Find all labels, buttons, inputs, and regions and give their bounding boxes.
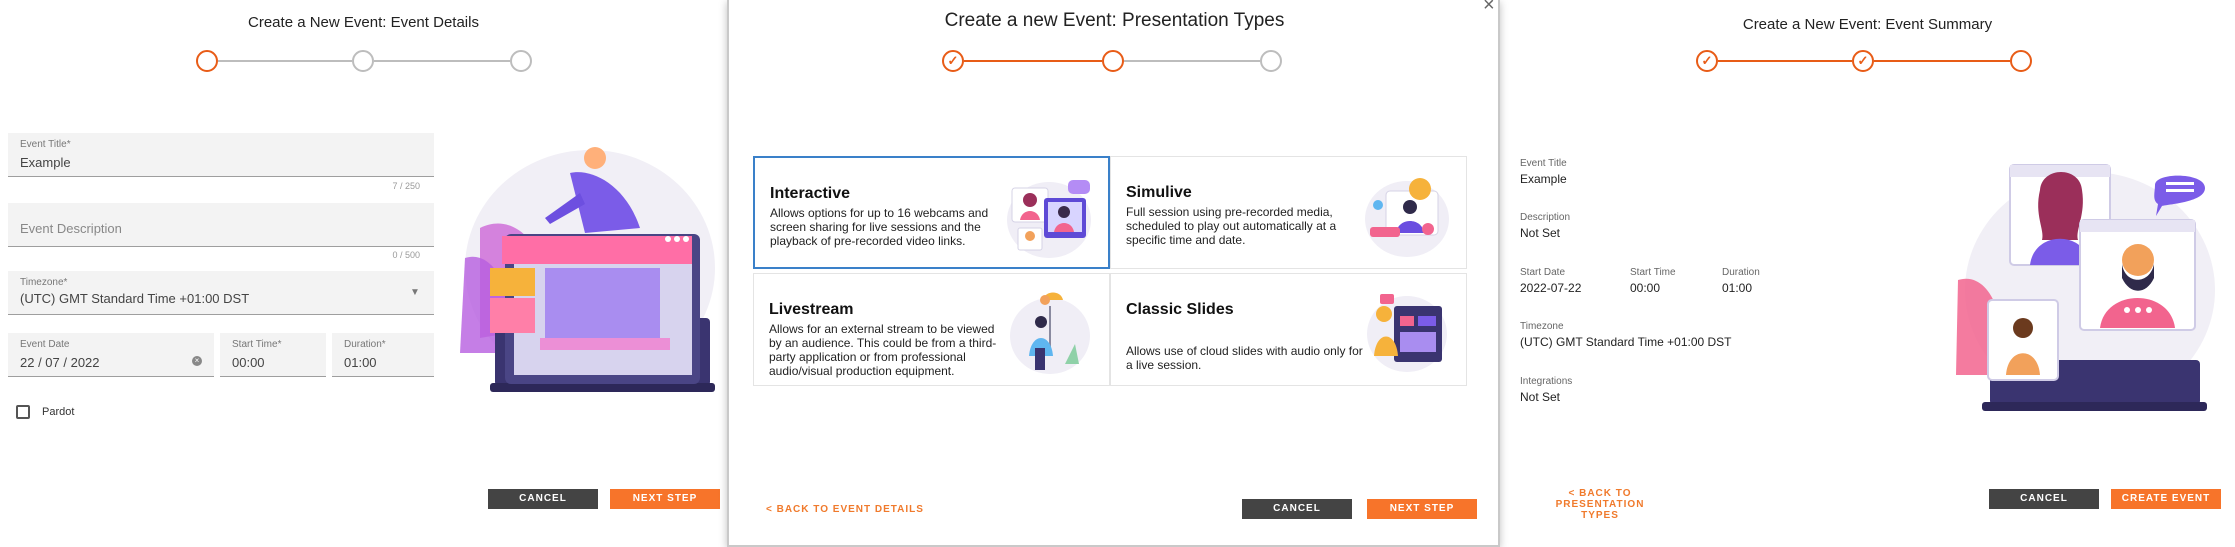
step-connector	[964, 60, 1102, 62]
card-description: Allows use of cloud slides with audio on…	[1126, 344, 1363, 372]
summary-timezone-label: Timezone	[1520, 321, 1564, 332]
clear-date-icon[interactable]: ×	[192, 356, 202, 366]
summary-start-date-label: Start Date	[1520, 267, 1566, 278]
card-title: Interactive	[770, 185, 851, 202]
card-title: Classic Slides	[1126, 301, 1234, 318]
back-to-presentation-types-link[interactable]: < BACK TO PRESENTATION TYPES	[1530, 488, 1670, 521]
summary-integrations-label: Integrations	[1520, 376, 1573, 387]
start-time-field[interactable]: Start Time* 00:00	[220, 333, 326, 377]
cancel-button[interactable]: CANCEL	[488, 489, 598, 509]
presenter-icon	[1010, 292, 1090, 374]
step-1-check-icon: ✓	[1696, 50, 1718, 72]
cancel-button[interactable]: CANCEL	[1989, 489, 2099, 509]
step-1-indicator	[196, 50, 218, 72]
next-step-button[interactable]: NEXT STEP	[610, 489, 720, 509]
event-details-panel: Create a New Event: Event Details Event …	[0, 0, 727, 547]
event-description-field[interactable]: Event Description	[8, 203, 434, 247]
event-title-field[interactable]: Event Title* Example	[8, 133, 434, 177]
wizard-screenshots: Create a New Event: Event Details Event …	[0, 0, 2235, 547]
presentation-types-panel: Create a new Event: Presentation Types ✓…	[727, 0, 1500, 547]
page-title: Create a New Event: Event Summary	[1742, 16, 1993, 33]
next-step-button[interactable]: NEXT STEP	[1367, 499, 1477, 519]
slides-icon	[1367, 294, 1447, 372]
close-icon[interactable]: ×	[1483, 0, 1495, 17]
step-1-check-icon: ✓	[942, 50, 964, 72]
step-2-check-icon: ✓	[1852, 50, 1874, 72]
timezone-value: (UTC) GMT Standard Time +01:00 DST	[20, 291, 250, 306]
video-call-icon	[1365, 178, 1449, 257]
page-title: Create a New Event: Event Details	[248, 14, 479, 31]
step-connector	[374, 60, 510, 62]
summary-timezone-value: (UTC) GMT Standard Time +01:00 DST	[1520, 335, 1732, 349]
presentation-type-simulive[interactable]: Simulive Full session using pre-recorded…	[1110, 156, 1467, 269]
start-time-label: Start Time*	[232, 339, 282, 350]
pardot-label: Pardot	[42, 406, 75, 418]
page-title: Create a new Event: Presentation Types	[944, 10, 1285, 31]
summary-event-title-value: Example	[1520, 172, 1567, 186]
summary-start-time-label: Start Time	[1630, 267, 1676, 278]
event-title-value: Example	[20, 155, 71, 170]
event-date-field[interactable]: Event Date 22 / 07 / 2022 ×	[8, 333, 214, 377]
summary-duration-label: Duration	[1722, 267, 1760, 278]
cancel-button[interactable]: CANCEL	[1242, 499, 1352, 519]
stepper	[196, 49, 532, 73]
timezone-label: Timezone*	[20, 277, 68, 288]
step-2-indicator	[1102, 50, 1124, 72]
create-event-button[interactable]: CREATE EVENT	[2111, 489, 2221, 509]
card-title: Livestream	[769, 301, 854, 318]
step-connector	[1124, 60, 1260, 62]
summary-event-title-label: Event Title	[1520, 158, 1567, 169]
step-connector	[1718, 60, 1852, 62]
step-connector	[218, 60, 352, 62]
pardot-checkbox[interactable]	[16, 405, 30, 419]
event-summary-panel: Create a New Event: Event Summary ✓ ✓ Ev…	[1500, 0, 2235, 547]
step-3-indicator	[2010, 50, 2032, 72]
back-to-event-details-link[interactable]: < BACK TO EVENT DETAILS	[766, 504, 924, 515]
chevron-down-icon: ▼	[410, 287, 420, 298]
presentation-type-interactive[interactable]: Interactive Allows options for up to 16 …	[753, 156, 1110, 269]
event-description-placeholder: Event Description	[20, 221, 122, 236]
event-date-label: Event Date	[20, 339, 70, 350]
card-description: Allows options for up to 16 webcams and …	[770, 206, 989, 248]
stepper: ✓	[942, 49, 1282, 73]
event-title-label: Event Title*	[20, 139, 71, 150]
event-summary-illustration	[1956, 164, 2215, 411]
duration-field[interactable]: Duration* 01:00	[332, 333, 434, 377]
summary-start-date-value: 2022-07-22	[1520, 281, 1582, 295]
back-link-line-2: TYPES	[1581, 510, 1619, 521]
stepper: ✓ ✓	[1696, 49, 2032, 73]
summary-description-label: Description	[1520, 212, 1571, 223]
card-description: Full session using pre-recorded media, s…	[1126, 205, 1337, 247]
duration-label: Duration*	[344, 339, 386, 350]
step-3-indicator	[510, 50, 532, 72]
summary-start-time-value: 00:00	[1630, 281, 1661, 295]
webcam-group-icon	[1007, 180, 1091, 258]
summary-description-value: Not Set	[1520, 226, 1561, 240]
back-link-line-1: < BACK TO PRESENTATION	[1555, 488, 1645, 510]
step-2-indicator	[352, 50, 374, 72]
title-char-counter: 7 / 250	[392, 181, 420, 191]
summary-integrations-value: Not Set	[1520, 390, 1561, 404]
event-date-value: 22 / 07 / 2022	[20, 355, 100, 370]
start-time-value: 00:00	[232, 355, 265, 370]
duration-value: 01:00	[344, 355, 377, 370]
card-title: Simulive	[1126, 184, 1192, 201]
event-details-illustration	[460, 147, 715, 392]
description-char-counter: 0 / 500	[392, 250, 420, 260]
summary-duration-value: 01:00	[1722, 281, 1753, 295]
card-description: Allows for an external stream to be view…	[769, 322, 997, 378]
timezone-select[interactable]: Timezone* (UTC) GMT Standard Time +01:00…	[8, 271, 434, 315]
step-connector	[1874, 60, 2010, 62]
presentation-type-classic-slides[interactable]: Classic Slides Allows use of cloud slide…	[1110, 273, 1467, 386]
step-3-indicator	[1260, 50, 1282, 72]
presentation-type-livestream[interactable]: Livestream Allows for an external stream…	[753, 273, 1110, 386]
